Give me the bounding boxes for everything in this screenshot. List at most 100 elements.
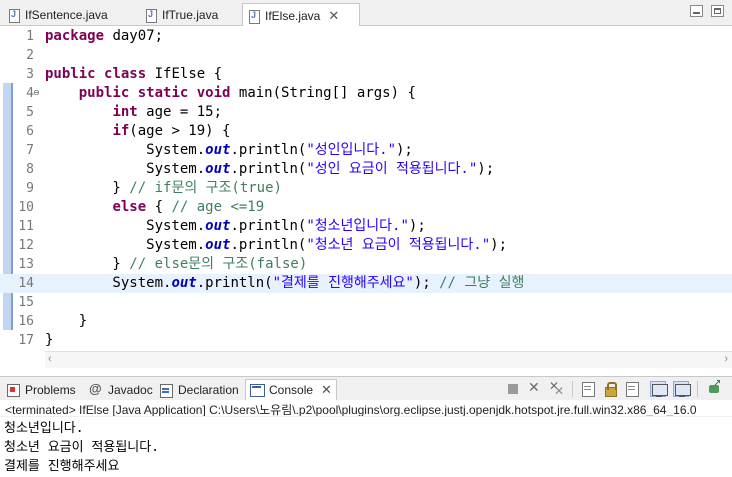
word-wrap-icon[interactable] [624,381,640,397]
tab-ifsentence[interactable]: IfSentence.java [2,3,136,26]
code-token: .println( [230,218,307,234]
stop-icon[interactable] [505,381,521,397]
code-token: ); [408,218,426,234]
code-line[interactable]: 9 } // if문의 구조(true) [0,179,732,198]
clear-console-icon[interactable] [580,381,596,397]
code-text: package day07; [45,27,163,46]
show-when-stdout-changes-icon[interactable] [650,381,668,397]
code-line[interactable]: 10 else { // age <=19 [0,198,732,217]
code-token: "청소년 요금이 적용됩니다." [306,237,491,253]
console-launch-description: <terminated> IfElse [Java Application] C… [5,403,697,417]
code-token: out [205,218,231,234]
code-token: age = 15; [137,104,223,120]
tab-problems[interactable]: Problems [2,379,80,400]
code-line[interactable]: 17} [0,331,732,350]
line-number: 5 [26,105,34,120]
tab-ifelse[interactable]: IfElse.java ✕ [242,3,360,27]
code-line[interactable]: 2 [0,46,732,65]
code-line[interactable]: 16 } [0,312,732,331]
code-token: IfElse { [146,66,223,82]
tab-console[interactable]: Console ✕ [245,379,337,400]
code-line[interactable]: 8 System.out.println("성인 요금이 적용됩니다."); [0,160,732,179]
code-token: .println( [196,275,273,291]
code-token: "성인입니다." [306,142,396,158]
code-token: // else문의 구조(false) [129,256,308,272]
fold-collapse-icon[interactable]: ⊖ [33,88,40,97]
console-output-line: 청소년입니다. [4,421,84,436]
scroll-right-icon[interactable]: › [724,353,728,365]
tab-label: IfElse.java [265,8,321,23]
close-icon[interactable]: ✕ [321,382,332,398]
maximize-icon[interactable] [711,5,724,17]
code-token: ); [477,161,495,177]
code-token: "청소년입니다." [306,218,409,234]
show-when-stderr-changes-icon[interactable] [673,381,691,397]
code-token: // age <=19 [171,199,265,215]
console-status-line: <terminated> IfElse [Java Application] C… [0,400,732,417]
editor-tab-bar: IfSentence.java IfTrue.java IfElse.java … [0,0,732,27]
code-token: out [205,161,231,177]
scroll-lock-icon[interactable] [602,381,618,397]
line-number: 10 [18,200,34,215]
scroll-left-icon[interactable]: ‹ [48,353,52,365]
tab-label: Declaration [178,382,239,397]
code-token: ); [396,142,413,158]
code-line[interactable]: 4 ⊖ public static void main(String[] args… [0,84,732,103]
minimize-icon[interactable] [690,5,703,17]
code-line[interactable]: 13 } // else문의 구조(false) [0,255,732,274]
line-number: 7 [26,143,34,158]
problems-icon [6,383,20,397]
code-line[interactable]: 11 System.out.println("청소년입니다."); [0,217,732,236]
code-token: System. [45,237,206,253]
code-line[interactable]: 15 [0,293,732,312]
code-token: out [171,275,197,291]
code-line[interactable]: 3 public class IfElse { [0,65,732,84]
line-number: 16 [18,314,34,329]
code-token: class [104,66,147,82]
code-text: System.out.println("청소년 요금이 적용됩니다."); [45,236,507,255]
code-token: } [45,256,130,272]
code-token: ); [490,237,507,253]
tab-declaration[interactable]: Declaration [155,379,243,400]
line-number: 6 [26,124,34,139]
code-text: if(age > 19) { [45,122,230,141]
close-icon[interactable]: ✕ [328,8,339,24]
code-text: public class IfElse { [45,65,222,84]
code-token: "성인 요금이 적용됩니다." [306,161,478,177]
code-token: else [112,199,147,215]
code-text: System.out.println("성인입니다."); [45,141,413,160]
code-token: public [45,66,96,82]
code-line[interactable]: 12 System.out.println("청소년 요금이 적용됩니다."); [0,236,732,255]
code-token: static [137,85,189,101]
code-editor[interactable]: 1 package day07; 2 3 public class IfElse {4 ⊖… [0,26,732,350]
code-line[interactable]: 5 int age = 15; [0,103,732,122]
code-token: if [112,123,130,139]
pin-console-icon[interactable] [706,378,722,397]
line-number: 9 [26,181,34,196]
line-number: 17 [18,333,34,348]
tab-label: IfSentence.java [25,8,108,22]
tab-javadoc[interactable]: Javadoc [85,379,157,400]
views-tab-bar: Problems Javadoc Declaration Console ✕ [0,376,732,400]
code-token: .println( [230,161,307,177]
code-line[interactable]: 6 if(age > 19) { [0,122,732,141]
code-token: out [205,237,231,253]
code-token: // if문의 구조(true) [129,180,282,196]
code-token: System. [45,142,206,158]
horizontal-scrollbar[interactable]: ‹ › [45,351,732,368]
line-number: 8 [26,162,34,177]
line-number: 12 [18,238,34,253]
tab-iftrue[interactable]: IfTrue.java [139,3,239,26]
code-line[interactable]: 1 package day07; [0,27,732,46]
code-line[interactable]: 7 System.out.println("성인입니다."); [0,141,732,160]
code-token: .println( [230,142,307,158]
remove-launch-icon[interactable] [527,380,543,397]
code-line[interactable]: 14 System.out.println("결제를 진행해주세요"); // … [0,274,732,293]
console-output-line: 결제를 진행해주세요 [4,459,120,474]
code-text: System.out.println("청소년입니다."); [45,217,426,236]
remove-all-terminated-icon[interactable] [549,379,565,398]
